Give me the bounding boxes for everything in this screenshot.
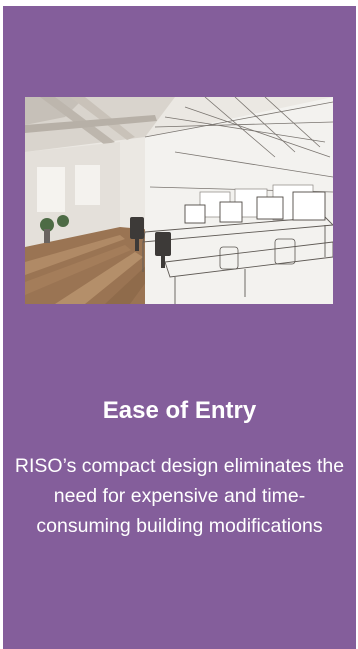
feature-card: Ease of Entry RISO’s compact design elim… <box>3 6 356 649</box>
office-sketch-image <box>25 97 333 304</box>
feature-title: Ease of Entry <box>102 397 257 424</box>
feature-description: RISO’s compact design eliminates the nee… <box>14 455 345 537</box>
